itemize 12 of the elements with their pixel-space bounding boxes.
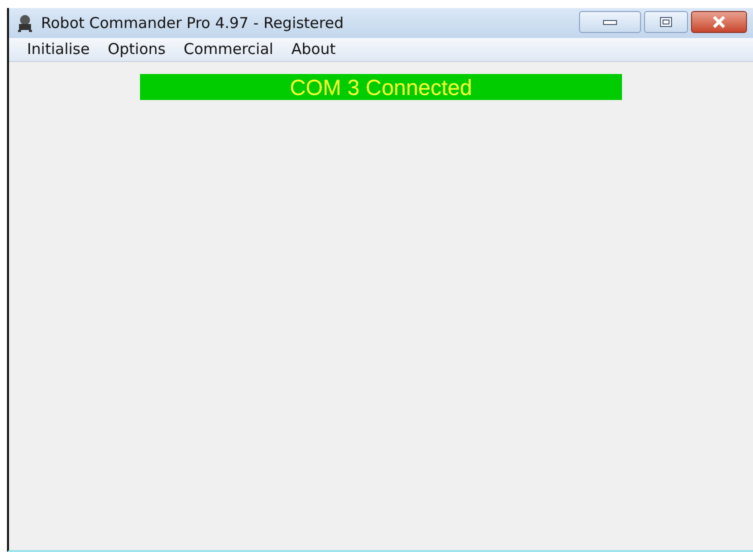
close-button[interactable] [691,11,747,33]
maximize-button[interactable] [644,11,688,33]
connection-status: COM 3 Connected [140,74,622,100]
menu-item[interactable]: Options [100,38,174,61]
menu-item[interactable]: About [283,38,344,61]
window-title: Robot Commander Pro 4.97 - Registered [41,12,344,34]
menu-item[interactable]: Commercial [176,38,282,61]
close-icon [712,16,726,28]
minimize-button[interactable] [579,11,641,33]
minimize-icon [603,20,617,24]
restore-icon [660,17,672,27]
menu-item[interactable]: Initialise [19,38,98,61]
